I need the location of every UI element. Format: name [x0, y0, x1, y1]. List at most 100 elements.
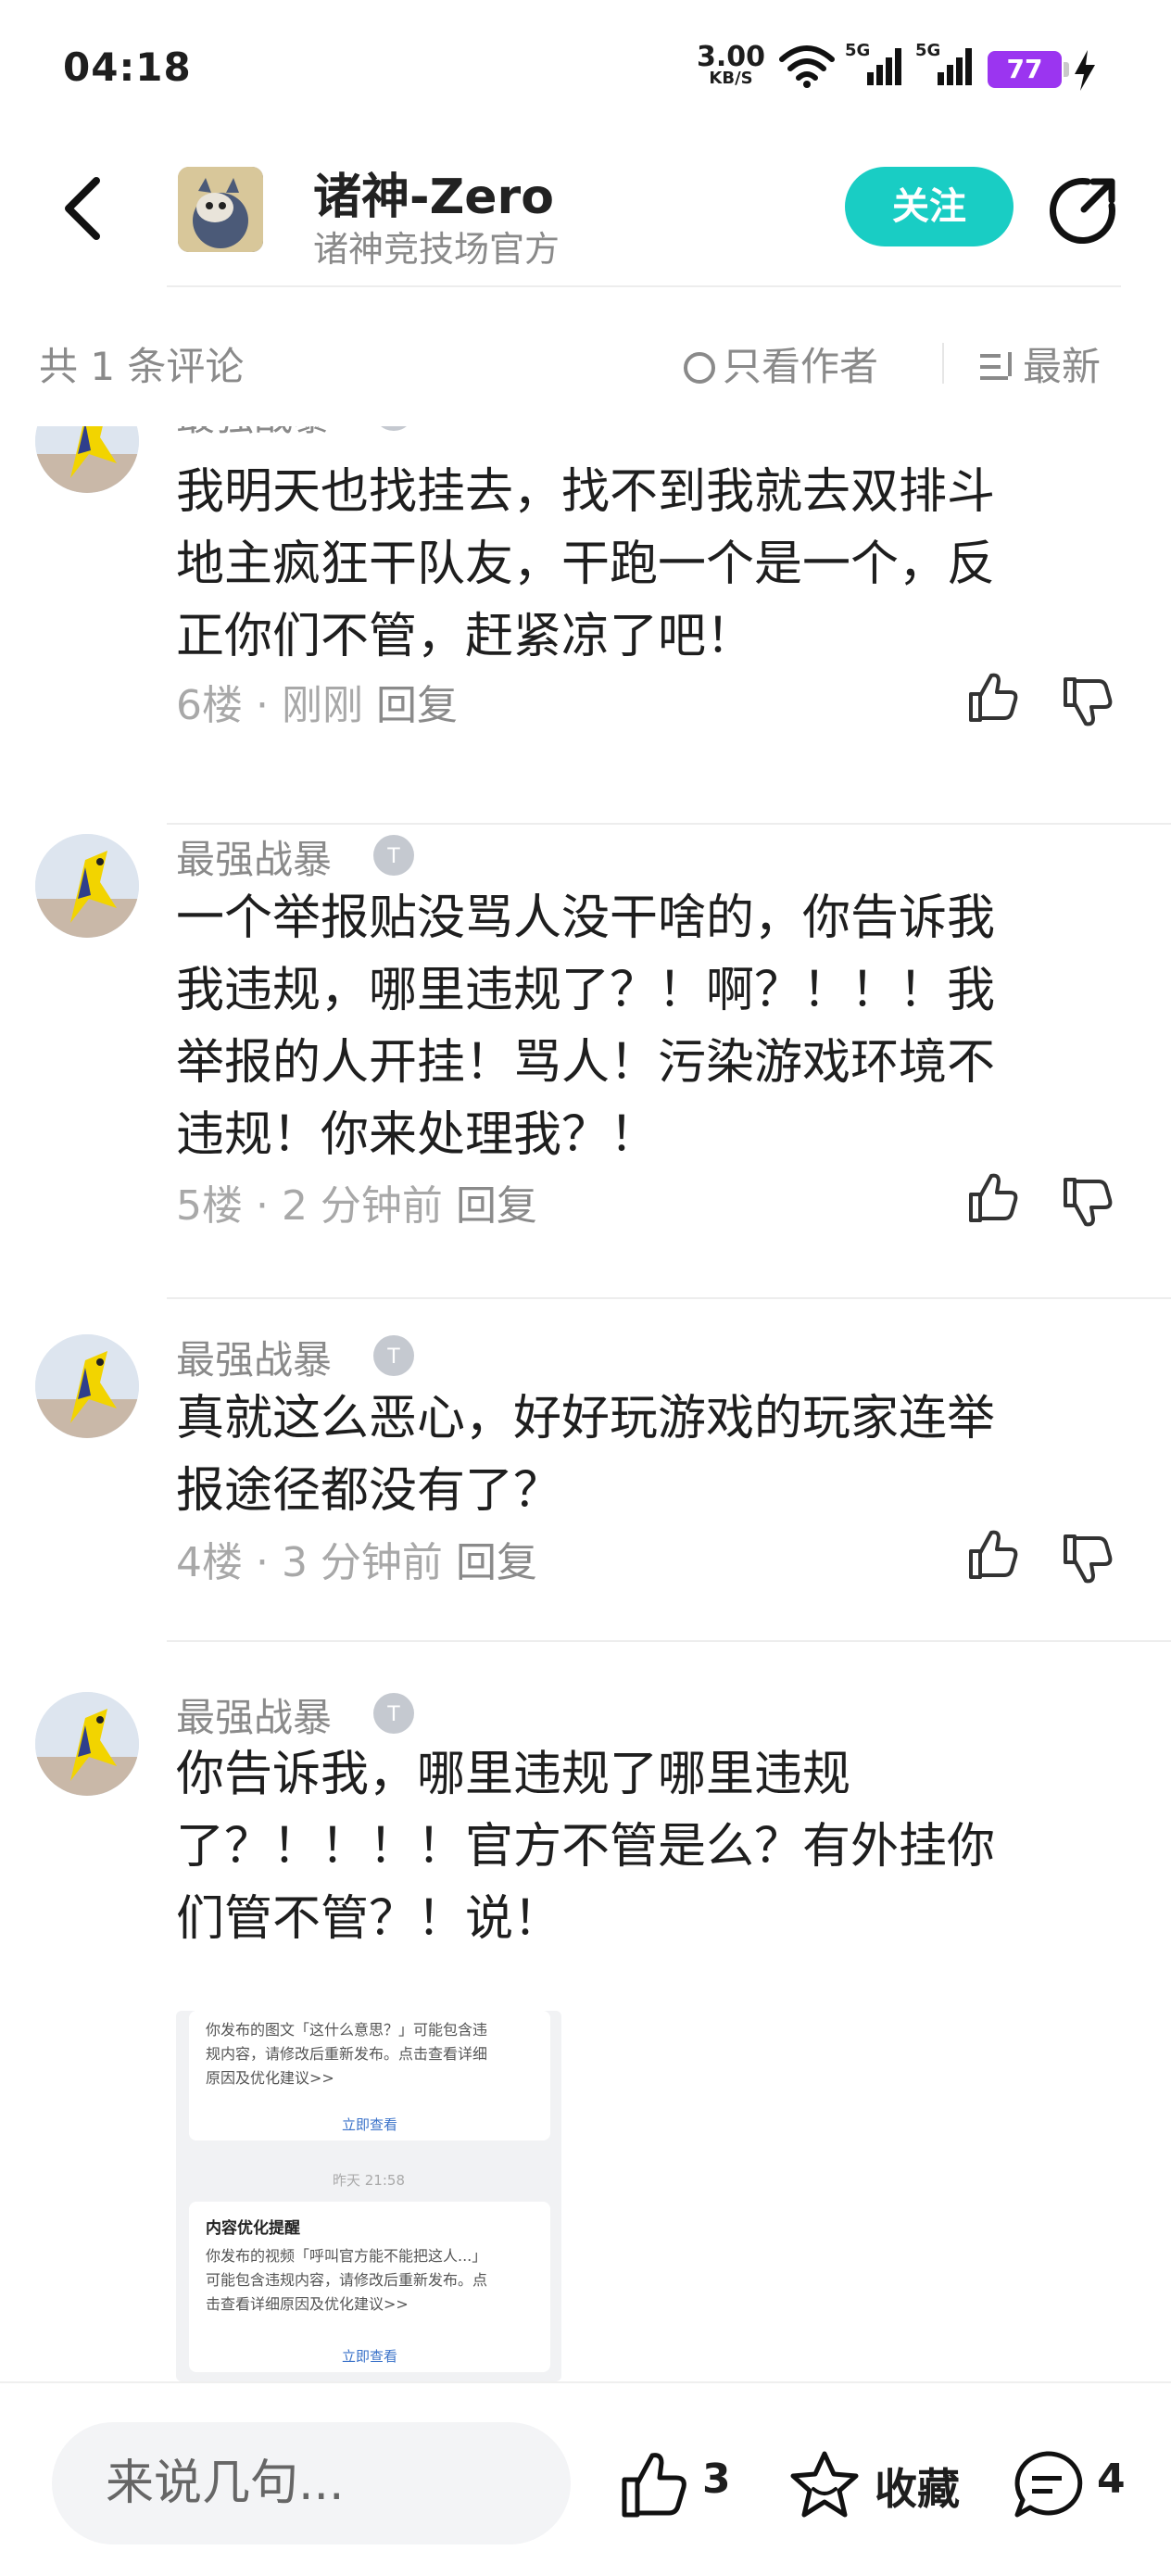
comment-item: 最强战暴 T 一个举报贴没骂人没干啥的，你告诉我 我违规，哪里违规了？！啊？！！… — [0, 834, 1171, 1334]
notice-line: 原因及优化建议>> — [206, 2069, 334, 2087]
avatar[interactable] — [35, 834, 139, 938]
comment-line: 你告诉我，哪里违规了哪里违规 — [176, 1747, 851, 1802]
level-badge-icon: T — [373, 1335, 414, 1376]
comment-username: 最强战暴 — [176, 1337, 333, 1383]
floor-time: 5楼 · 2 分钟前 — [176, 1182, 443, 1230]
star-icon[interactable] — [787, 2448, 862, 2522]
radio-circle-icon — [684, 352, 715, 384]
reply-button[interactable]: 回复 — [456, 1182, 537, 1230]
comment-meta: 6楼 · 刚刚 回复 — [176, 672, 458, 731]
comment-text: 一个举报贴没骂人没干啥的，你告诉我 我违规，哪里违规了？！啊？！！！我 举报的人… — [176, 882, 1084, 1171]
post-title: 诸神-Zero — [313, 170, 554, 225]
bottom-action-bar: 来说几句... 3 收藏 4 — [0, 2381, 1171, 2576]
network-speed: 3.00 KB/S — [697, 44, 765, 87]
comment-line: 我明天也找挂去，找不到我就去双排斗 — [176, 464, 996, 520]
post-author-avatar[interactable] — [178, 167, 263, 252]
comment-list: 最强战暴 T 我明天也找挂去，找不到我就去双排斗 地主疯狂干队友，干跑一个是一个… — [0, 426, 1171, 2381]
comment-divider — [167, 1640, 1171, 1642]
thumbs-down-icon[interactable] — [1058, 674, 1114, 729]
view-now-link: 立即查看 — [341, 2116, 397, 2133]
post-header: 诸神-Zero 诸神竞技场官方 关注 — [0, 139, 1171, 287]
svg-text:T: T — [386, 845, 400, 868]
comment-text: 真就这么恶心，好好玩游戏的玩家连举 报途径都没有了？ — [176, 1383, 1084, 1527]
svg-text:T: T — [386, 1345, 400, 1369]
wifi-icon — [779, 45, 835, 88]
follow-button[interactable]: 关注 — [845, 167, 1014, 246]
header-divider — [167, 285, 1121, 287]
notice-title: 内容优化提醒 — [206, 2219, 300, 2238]
sort-lines-icon — [980, 352, 1012, 380]
level-badge-icon: T — [373, 1693, 414, 1734]
avatar[interactable] — [35, 1692, 139, 1796]
comment-line: 违规！你来处理我？！ — [176, 1107, 659, 1163]
comment-username: 最强战暴 — [176, 426, 332, 442]
cat-avatar-icon — [178, 167, 263, 252]
status-bar: 04:18 3.00 KB/S 5G 5G 77 — [0, 0, 1171, 139]
author-only-toggle[interactable]: 只看作者 — [684, 335, 878, 392]
comment-meta: 4楼 · 3 分钟前 回复 — [176, 1529, 537, 1588]
level-badge-icon: T — [381, 426, 407, 431]
avatar[interactable] — [35, 426, 139, 493]
thumbs-up-icon[interactable] — [963, 1527, 1019, 1583]
comment-divider — [167, 1297, 1171, 1299]
comment-toolbar: 共 1 条评论 只看作者 最新 — [0, 315, 1171, 408]
battery-indicator: 77 — [988, 51, 1069, 88]
comment-line: 真就这么恶心，好好玩游戏的玩家连举 — [176, 1391, 996, 1446]
bird-avatar-icon — [35, 1692, 139, 1796]
notice-card: 你发布的图文「这什么意思？」可能包含违 规内容，请修改后重新发布。点击查看详细 … — [189, 2011, 550, 2140]
comment-line: 了？！！！！官方不管是么？有外挂你 — [176, 1819, 996, 1875]
floor-time: 6楼 · 刚刚 — [176, 682, 363, 729]
level-badge-icon: T — [373, 835, 414, 876]
bird-avatar-icon — [35, 426, 139, 493]
comment-bubble-icon[interactable] — [1010, 2448, 1084, 2522]
notice-line: 可能包含违规内容，请修改后重新发布。点 — [206, 2271, 488, 2289]
comment-meta: 5楼 · 2 分钟前 回复 — [176, 1172, 537, 1231]
author-only-label: 只看作者 — [723, 344, 879, 389]
notice-timestamp: 昨天 21:58 — [333, 2172, 405, 2189]
comment-line: 一个举报贴没骂人没干啥的，你告诉我 — [176, 890, 996, 946]
share-icon[interactable] — [1047, 172, 1121, 246]
comment-input[interactable]: 来说几句... — [52, 2422, 571, 2544]
comment-count-bottom: 4 — [1097, 2456, 1126, 2503]
bird-avatar-icon — [35, 1334, 139, 1438]
comment-count: 共 1 条评论 — [39, 344, 245, 389]
comment-username: 最强战暴 — [176, 1695, 333, 1740]
bird-avatar-icon — [35, 834, 139, 938]
thumbs-up-icon[interactable] — [963, 1170, 1019, 1226]
comment-line: 报途径都没有了？ — [176, 1463, 562, 1519]
reply-button[interactable]: 回复 — [376, 682, 458, 729]
reply-button[interactable]: 回复 — [456, 1539, 537, 1586]
comment-item: 最强战暴 T 真就这么恶心，好好玩游戏的玩家连举 报途径都没有了？ 4楼 · 3… — [0, 1334, 1171, 1686]
notice-body: 你发布的视频「呼叫官方能不能把这人...」 可能包含违规内容，请修改后重新发布。… — [206, 2244, 539, 2317]
avatar[interactable] — [35, 1334, 139, 1438]
floor-time: 4楼 · 3 分钟前 — [176, 1539, 443, 1586]
svg-text:T: T — [386, 1703, 400, 1726]
comment-line: 我违规，哪里违规了？！啊？！！！我 — [176, 963, 996, 1018]
status-time: 04:18 — [63, 44, 192, 90]
notice-line: 你发布的图文「这什么意思？」可能包含违 — [206, 2021, 488, 2039]
notice-card: 内容优化提醒 你发布的视频「呼叫官方能不能把这人...」 可能包含违规内容，请修… — [189, 2202, 550, 2372]
thumbs-down-icon[interactable] — [1058, 1174, 1114, 1230]
comment-text: 我明天也找挂去，找不到我就去双排斗 地主疯狂干队友，干跑一个是一个，反 正你们不… — [176, 456, 1084, 673]
comment-line: 地主疯狂干队友，干跑一个是一个，反 — [176, 537, 996, 592]
back-arrow-icon[interactable] — [57, 171, 113, 246]
cellular-signal-1-icon: 5G — [845, 41, 906, 93]
thumbs-up-icon[interactable] — [617, 2450, 687, 2520]
thumbs-down-icon[interactable] — [1058, 1531, 1114, 1586]
sort-toggle[interactable]: 最新 — [980, 335, 1101, 392]
sort-label: 最新 — [1023, 344, 1102, 389]
like-count: 3 — [702, 2456, 731, 2503]
cellular-signal-2-icon: 5G — [915, 41, 976, 93]
comment-image[interactable]: 你发布的图文「这什么意思？」可能包含违 规内容，请修改后重新发布。点击查看详细 … — [176, 2011, 561, 2381]
comment-text: 你告诉我，哪里违规了哪里违规 了？！！！！官方不管是么？有外挂你 们管不管？！说… — [176, 1738, 1084, 1955]
comment-line: 们管不管？！说！ — [176, 1891, 562, 1947]
thumbs-up-icon[interactable] — [963, 670, 1019, 726]
favorite-label[interactable]: 收藏 — [875, 2456, 960, 2517]
view-now-link: 立即查看 — [341, 2348, 397, 2365]
comment-line: 举报的人开挂！骂人！污染游戏环境不 — [176, 1035, 996, 1091]
comment-username: 最强战暴 — [176, 837, 333, 882]
notice-line: 你发布的视频「呼叫官方能不能把这人...」 — [206, 2247, 487, 2265]
comment-line: 正你们不管，赶紧凉了吧！ — [176, 609, 755, 664]
notice-line: 规内容，请修改后重新发布。点击查看详细 — [206, 2045, 488, 2063]
notice-line: 击查看详细原因及优化建议>> — [206, 2295, 409, 2313]
